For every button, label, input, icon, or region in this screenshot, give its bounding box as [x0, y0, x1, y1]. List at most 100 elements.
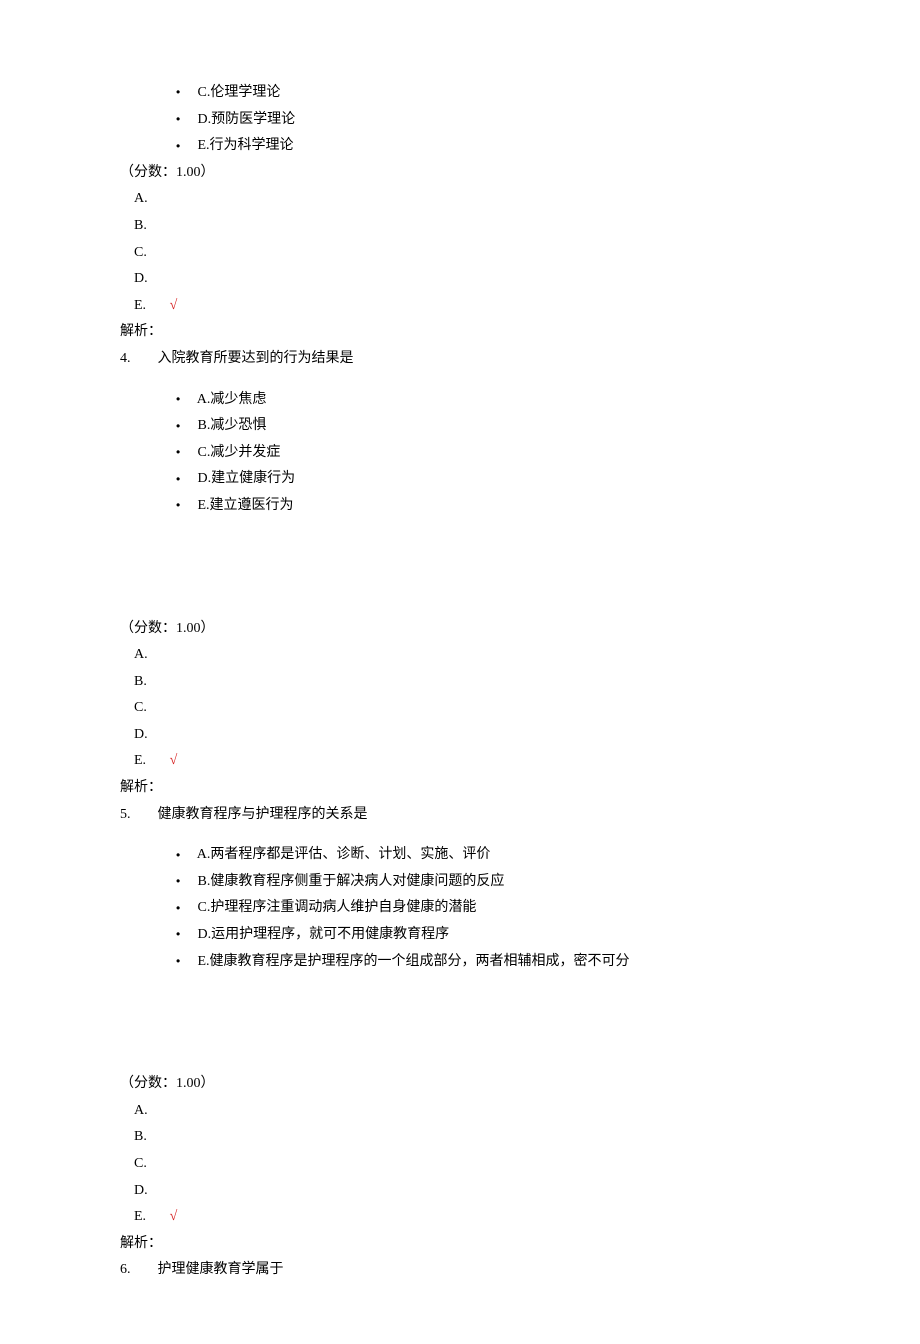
spacer: [120, 828, 800, 842]
bullet-icon: •: [176, 415, 194, 438]
answer-row: B.: [120, 669, 800, 696]
q5-options: • A.两者程序都是评估、诊断、计划、实施、评价 • B.健康教育程序侧重于解决…: [120, 842, 800, 975]
answer-letter: B.: [134, 674, 147, 689]
analysis-label: 解析：: [120, 775, 800, 802]
option-item: • C.护理程序注重调动病人维护自身健康的潜能: [120, 895, 800, 922]
bullet-icon: •: [176, 108, 194, 131]
answer-mark: [148, 271, 168, 286]
question-text: 护理健康教育学属于: [158, 1262, 284, 1277]
option-item: • B.健康教育程序侧重于解决病人对健康问题的反应: [120, 869, 800, 896]
answer-letter: B.: [134, 1129, 147, 1144]
option-label: C.伦理学理论: [198, 85, 281, 100]
answer-mark: [148, 1103, 168, 1118]
question-number: 6.: [120, 1257, 154, 1284]
q5-answer-block: A. B. C. D. E. √: [120, 1098, 800, 1231]
bullet-icon: •: [176, 844, 194, 867]
bullet-icon: •: [176, 441, 194, 464]
answer-mark: [147, 700, 167, 715]
question-text: 入院教育所要达到的行为结果是: [158, 351, 354, 366]
answer-row: B.: [120, 1124, 800, 1151]
answer-mark: √: [150, 298, 178, 313]
answer-row: B.: [120, 213, 800, 240]
option-label: D.预防医学理论: [198, 112, 296, 127]
q3-answer-block: A. B. C. D. E. √: [120, 186, 800, 319]
answer-letter: C.: [134, 700, 147, 715]
answer-row: E. √: [120, 1204, 800, 1231]
question-stem: 4. 入院教育所要达到的行为结果是: [120, 346, 800, 373]
option-label: D.建立健康行为: [198, 471, 296, 486]
answer-mark: [147, 1129, 167, 1144]
spacer: [120, 520, 800, 616]
q4-options: • A.减少焦虑 • B.减少恐惧 • C.减少并发症 • D.建立健康行为 •…: [120, 387, 800, 520]
bullet-icon: •: [176, 135, 194, 158]
question-number: 4.: [120, 346, 154, 373]
answer-letter: E.: [134, 753, 146, 768]
answer-mark: [147, 218, 167, 233]
question-text: 健康教育程序与护理程序的关系是: [158, 807, 368, 822]
answer-letter: A.: [134, 1103, 148, 1118]
bullet-icon: •: [176, 468, 194, 491]
answer-row: A.: [120, 642, 800, 669]
answer-mark: [148, 727, 168, 742]
option-item: • A.减少焦虑: [120, 387, 800, 414]
analysis-label: 解析：: [120, 1231, 800, 1258]
answer-mark: [148, 191, 168, 206]
option-item: • D.运用护理程序，就可不用健康教育程序: [120, 922, 800, 949]
option-label: D.运用护理程序，就可不用健康教育程序: [198, 927, 450, 942]
answer-letter: E.: [134, 1209, 146, 1224]
option-item: • E.行为科学理论: [120, 133, 800, 160]
option-item: • D.预防医学理论: [120, 107, 800, 134]
answer-row: D.: [120, 1178, 800, 1205]
bullet-icon: •: [176, 388, 194, 411]
question-stem: 6. 护理健康教育学属于: [120, 1257, 800, 1284]
answer-letter: B.: [134, 218, 147, 233]
option-item: • C.减少并发症: [120, 440, 800, 467]
analysis-label: 解析：: [120, 319, 800, 346]
bullet-icon: •: [176, 494, 194, 517]
option-label: C.减少并发症: [198, 445, 281, 460]
answer-row: D.: [120, 722, 800, 749]
answer-mark: [148, 1183, 168, 1198]
question-stem: 5. 健康教育程序与护理程序的关系是: [120, 802, 800, 829]
bullet-icon: •: [176, 870, 194, 893]
option-item: • A.两者程序都是评估、诊断、计划、实施、评价: [120, 842, 800, 869]
answer-row: E. √: [120, 748, 800, 775]
option-item: • E.建立遵医行为: [120, 493, 800, 520]
answer-letter: D.: [134, 271, 148, 286]
answer-row: D.: [120, 266, 800, 293]
answer-letter: A.: [134, 647, 148, 662]
option-item: • B.减少恐惧: [120, 413, 800, 440]
bullet-icon: •: [176, 81, 194, 104]
answer-mark: [147, 245, 167, 260]
option-label: B.减少恐惧: [198, 418, 267, 433]
answer-row: C.: [120, 695, 800, 722]
answer-letter: C.: [134, 245, 147, 260]
spacer: [120, 975, 800, 1071]
bullet-icon: •: [176, 897, 194, 920]
spacer: [120, 373, 800, 387]
option-item: • C.伦理学理论: [120, 80, 800, 107]
answer-row: E. √: [120, 293, 800, 320]
bullet-icon: •: [176, 923, 194, 946]
score-line: （分数：1.00）: [120, 160, 800, 187]
option-item: • D.建立健康行为: [120, 466, 800, 493]
option-label: B.健康教育程序侧重于解决病人对健康问题的反应: [198, 874, 505, 889]
answer-mark: √: [150, 1209, 178, 1224]
answer-letter: C.: [134, 1156, 147, 1171]
answer-letter: E.: [134, 298, 146, 313]
q3-options-tail: • C.伦理学理论 • D.预防医学理论 • E.行为科学理论: [120, 80, 800, 160]
answer-mark: √: [150, 753, 178, 768]
answer-letter: A.: [134, 191, 148, 206]
answer-mark: [148, 647, 168, 662]
option-label: A.两者程序都是评估、诊断、计划、实施、评价: [197, 847, 491, 862]
question-number: 5.: [120, 802, 154, 829]
answer-row: A.: [120, 1098, 800, 1125]
option-label: E.建立遵医行为: [198, 498, 294, 513]
option-label: E.健康教育程序是护理程序的一个组成部分，两者相辅相成，密不可分: [198, 954, 630, 969]
bullet-icon: •: [176, 950, 194, 973]
answer-letter: D.: [134, 727, 148, 742]
score-line: （分数：1.00）: [120, 1071, 800, 1098]
q4-answer-block: A. B. C. D. E. √: [120, 642, 800, 775]
answer-row: A.: [120, 186, 800, 213]
answer-mark: [147, 1156, 167, 1171]
